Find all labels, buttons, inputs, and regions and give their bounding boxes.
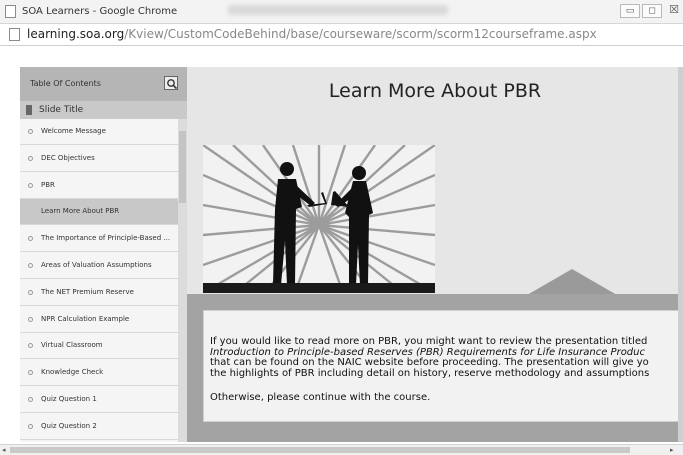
page-icon — [9, 28, 20, 41]
search-icon[interactable] — [164, 76, 178, 90]
bullet-icon — [28, 182, 33, 188]
url-path: /Kview/CustomCodeBehind/base/courseware/… — [124, 27, 597, 41]
toc-item-importance-of-principle-based[interactable]: The Importance of Principle-Based ... — [20, 226, 178, 253]
bullet-icon — [28, 263, 33, 268]
blurred-taskbar-text — [228, 5, 448, 15]
bullet-icon — [28, 236, 33, 242]
presentation-title-link[interactable]: Introduction to Principle-based Reserves… — [210, 347, 645, 358]
paragraph-line: that can be found on the NAIC website be… — [210, 357, 649, 368]
toc-header: Table Of Contents — [20, 67, 187, 101]
course-frame: Table Of Contents Slide Title Welcome Me… — [20, 67, 683, 442]
bullet-icon — [28, 155, 33, 161]
slide-content: Learn More About PBR If you would like t… — [187, 67, 683, 442]
slide-text-box: If you would like to read more on PBR, y… — [203, 310, 683, 422]
paragraph-line: the highlights of PBR including detail o… — [210, 367, 650, 379]
toc-item-virtual-classroom[interactable]: Virtual Classroom — [20, 333, 178, 360]
slide-paragraph-2: Otherwise, please continue with the cour… — [210, 392, 431, 403]
scroll-left-arrow-icon[interactable]: ◂ — [2, 446, 6, 454]
frame-vertical-scrollbar[interactable] — [678, 67, 683, 442]
toc-item-label: Virtual Classroom — [41, 341, 103, 350]
bullet-icon — [28, 209, 33, 214]
address-bar[interactable]: learning.soa.org/Kview/CustomCodeBehind/… — [0, 24, 683, 46]
toc-title: Table Of Contents — [30, 79, 101, 88]
toc-item-label: Quiz Question 1 — [41, 395, 97, 403]
toc-item-label: Knowledge Check — [41, 368, 104, 377]
toc-item-learn-more-about-pbr[interactable]: Learn More About PBR — [20, 199, 178, 226]
toc-item-label: The Importance of Principle-Based ... — [41, 234, 171, 243]
bullet-icon — [28, 129, 33, 134]
toc-scrollbar-thumb[interactable] — [179, 131, 186, 203]
slide-title: Learn More About PBR — [328, 80, 542, 102]
toc-item-label: DEC Objectives — [41, 153, 95, 162]
bullet-icon — [28, 397, 33, 402]
mountain-decoration — [527, 269, 617, 295]
bullet-icon — [28, 316, 33, 322]
horizontal-scrollbar-thumb[interactable] — [10, 447, 630, 453]
paragraph-line: If you would like to read more on PBR, y… — [210, 336, 648, 347]
toc-item-knowledge-check[interactable]: Knowledge Check — [20, 360, 178, 387]
horizontal-scrollbar[interactable]: ◂ ▸ — [0, 444, 683, 455]
bullet-icon — [28, 423, 33, 429]
toc-item-label: NPR Calculation Example — [41, 314, 130, 323]
toc-item-label: Quiz Question 2 — [41, 421, 97, 430]
table-of-contents-panel: Table Of Contents Slide Title Welcome Me… — [20, 67, 187, 442]
toc-item-welcome-message[interactable]: Welcome Message — [20, 119, 178, 145]
window-title: SOA Learners - Google Chrome — [22, 6, 178, 17]
toc-item-dec-objectives[interactable]: DEC Objectives — [20, 145, 178, 172]
url-host: learning.soa.org — [27, 27, 125, 41]
close-button[interactable]: ☒ — [664, 4, 683, 18]
minimize-button[interactable]: ▭ — [620, 4, 640, 18]
toc-column-header: Slide Title — [20, 101, 187, 119]
slide-paragraph-1: If you would like to read more on PBR, y… — [210, 336, 650, 379]
bookmark-icon — [26, 105, 32, 115]
bullet-icon — [28, 370, 33, 376]
slide-title-header: Slide Title — [39, 105, 84, 115]
toc-item-net-premium-reserve[interactable]: The NET Premium Reserve — [20, 279, 178, 306]
browser-title-bar: SOA Learners - Google Chrome ▭ ◻ ☒ — [0, 0, 683, 24]
toc-scrollbar[interactable] — [178, 119, 187, 442]
illustration-ground — [203, 283, 435, 293]
toc-item-label: The NET Premium Reserve — [41, 287, 134, 296]
people-with-laptops-illustration — [203, 145, 435, 293]
bullet-icon — [28, 289, 33, 295]
toc-item-label: Learn More About PBR — [41, 207, 120, 216]
toc-item-label: Areas of Valuation Assumptions — [41, 261, 152, 269]
maximize-button[interactable]: ◻ — [642, 4, 662, 18]
bullet-icon — [28, 343, 33, 349]
toc-item-quiz-question-2[interactable]: Quiz Question 2 — [20, 413, 178, 440]
toc-item-label: Welcome Message — [41, 127, 106, 135]
toc-list: Welcome Message DEC Objectives PBR Learn… — [20, 119, 178, 442]
toc-item-npr-calculation-example[interactable]: NPR Calculation Example — [20, 306, 178, 333]
url-text[interactable]: learning.soa.org/Kview/CustomCodeBehind/… — [27, 27, 597, 41]
scroll-right-arrow-icon[interactable]: ▸ — [670, 446, 674, 454]
toc-item-pbr[interactable]: PBR — [20, 172, 178, 199]
toc-item-areas-of-valuation-assumptions[interactable]: Areas of Valuation Assumptions — [20, 253, 178, 279]
page-icon — [5, 5, 16, 18]
toc-item-quiz-question-1[interactable]: Quiz Question 1 — [20, 387, 178, 413]
toc-item-label: PBR — [41, 180, 55, 189]
